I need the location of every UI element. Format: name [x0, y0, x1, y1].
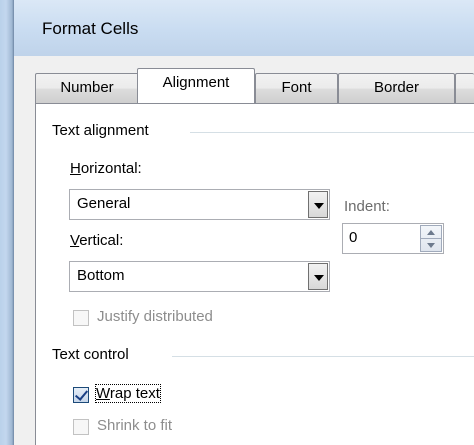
- indent-value: 0: [349, 229, 358, 246]
- shrink-to-fit-checkbox[interactable]: Shrink to fit: [73, 417, 273, 439]
- justify-distributed-checkbox[interactable]: Justify distributed: [73, 308, 293, 330]
- indent-stepper[interactable]: 0: [342, 223, 444, 254]
- shrink-to-fit-label: Shrink to fit: [97, 417, 173, 434]
- chevron-down-icon[interactable]: [308, 263, 328, 290]
- tab-fill-partial[interactable]: [455, 73, 474, 103]
- wrap-text-checkbox[interactable]: Wrap text: [73, 384, 273, 407]
- checkbox-icon[interactable]: [73, 310, 89, 326]
- tab-number-label: Number: [60, 79, 114, 96]
- horizontal-select[interactable]: General: [69, 189, 330, 220]
- increment-icon[interactable]: [421, 226, 441, 239]
- horizontal-label: Horizontal:: [70, 160, 142, 177]
- stepper-buttons: [420, 225, 442, 252]
- window-frame-left: [0, 0, 14, 445]
- vertical-select[interactable]: Bottom: [69, 261, 330, 292]
- tab-border[interactable]: Border: [338, 73, 455, 103]
- chevron-down-icon[interactable]: [308, 191, 328, 218]
- group-divider: [172, 356, 474, 357]
- tab-font[interactable]: Font: [255, 73, 338, 103]
- group-divider: [190, 132, 474, 133]
- tab-number[interactable]: Number: [35, 73, 139, 103]
- tab-alignment[interactable]: Alignment: [137, 68, 255, 103]
- tab-alignment-label: Alignment: [162, 74, 230, 91]
- text-alignment-heading: Text alignment: [52, 122, 155, 139]
- title-bar[interactable]: Format Cells: [14, 0, 474, 56]
- vertical-label: Vertical:: [70, 232, 124, 249]
- checkmark-icon[interactable]: [73, 387, 89, 403]
- window-title: Format Cells: [42, 19, 139, 38]
- wrap-text-label: Wrap text: [95, 384, 161, 403]
- horizontal-select-value: General: [77, 195, 131, 212]
- justify-distributed-label: Justify distributed: [97, 308, 213, 325]
- decrement-icon[interactable]: [421, 239, 441, 252]
- indent-label: Indent:: [344, 198, 390, 215]
- text-control-heading: Text control: [52, 346, 135, 363]
- tab-border-label: Border: [373, 79, 420, 96]
- tab-font-label: Font: [281, 79, 312, 96]
- checkbox-icon[interactable]: [73, 419, 89, 435]
- vertical-select-value: Bottom: [77, 267, 125, 284]
